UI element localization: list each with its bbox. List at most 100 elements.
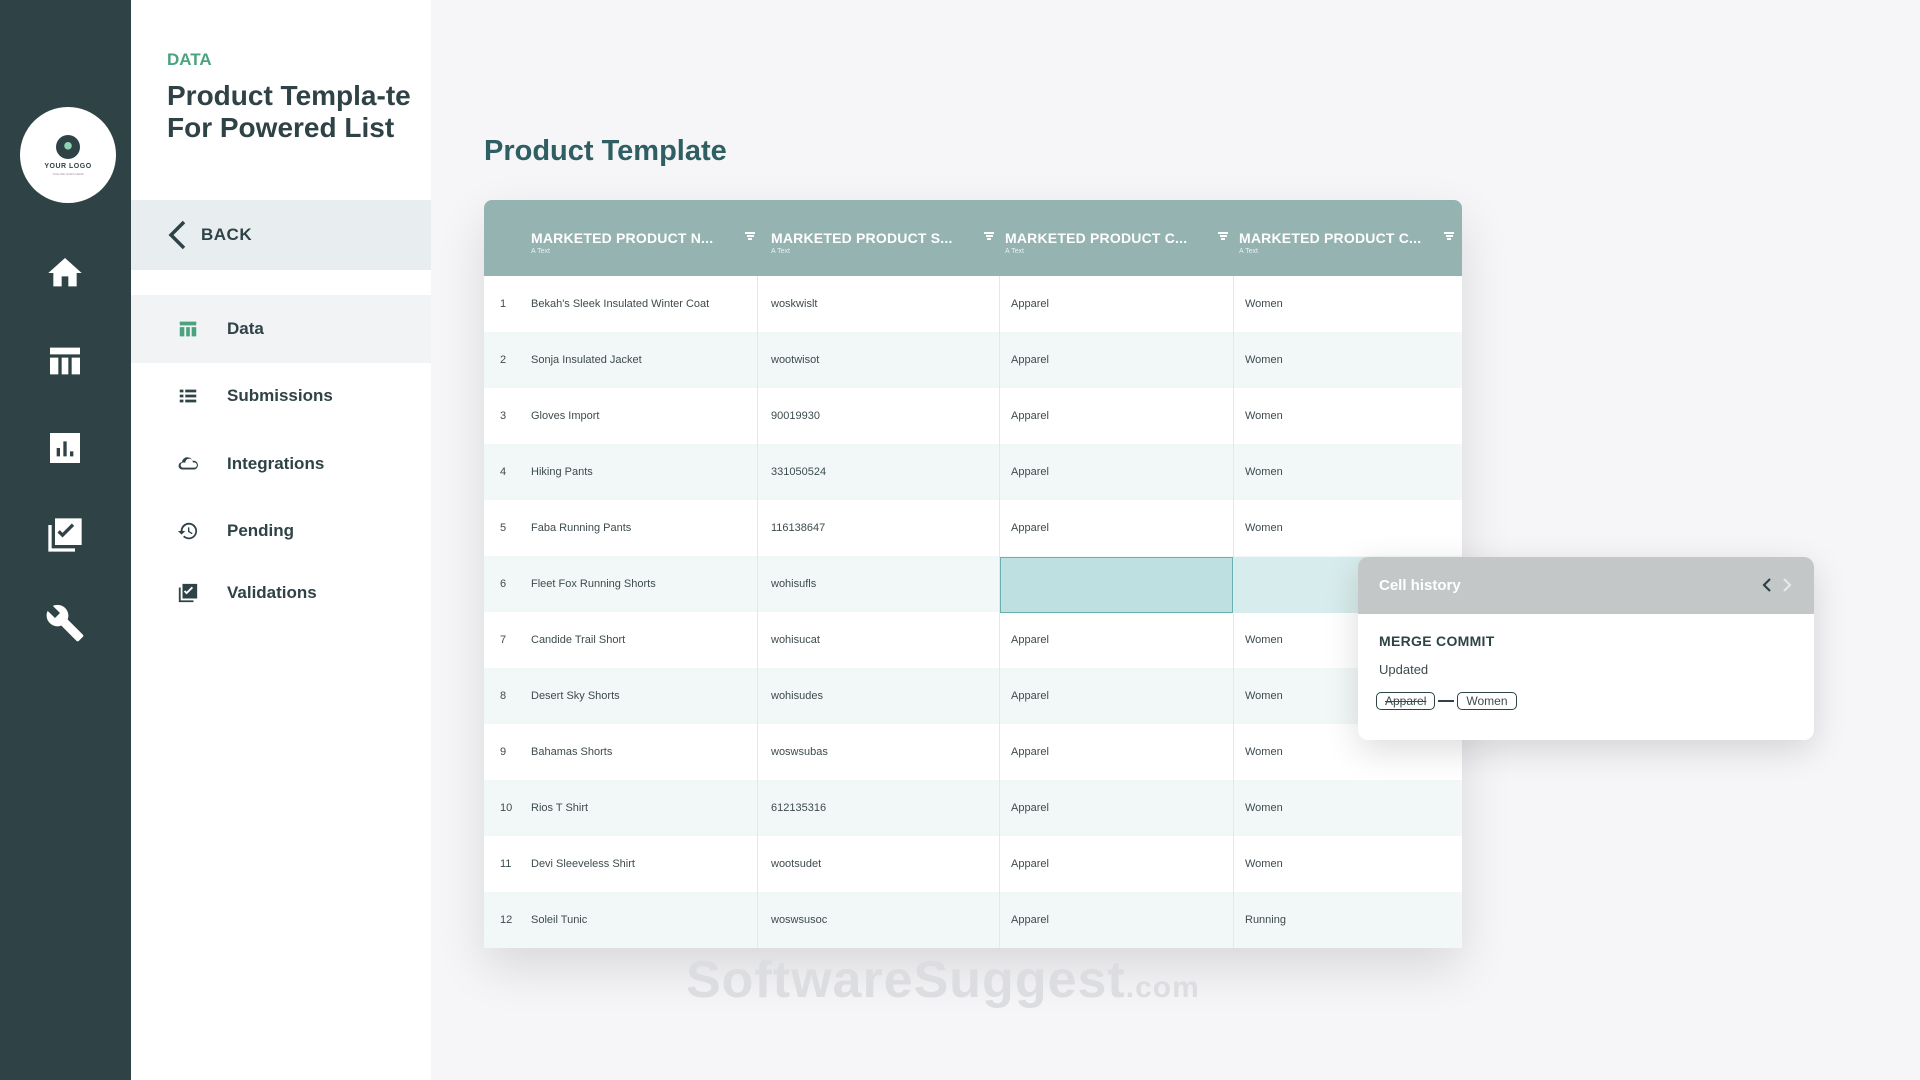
product-class-cell[interactable]: Women [1245,276,1283,332]
product-class-cell[interactable]: Women [1245,444,1283,500]
filter-icon[interactable] [984,232,994,240]
column-header[interactable]: MARKETED PRODUCT C... A Text [1005,230,1233,266]
back-label: BACK [201,225,253,244]
table-row[interactable]: 12 Soleil Tunic woswsusoc Apparel Running [484,892,1462,948]
product-class-cell[interactable]: Women [1245,332,1283,388]
table-row[interactable]: 10 Rios T Shirt 612135316 Apparel Women [484,780,1462,836]
row-number: 1 [500,298,507,310]
column-type: A Text [531,248,550,255]
sidebar-item-integrations[interactable]: Integrations [131,430,431,498]
product-sku-cell[interactable]: woskwislt [771,276,817,332]
product-name-cell[interactable]: Hiking Pants [531,444,593,500]
table-row[interactable]: 3 Gloves Import 90019930 Apparel Women [484,388,1462,444]
popup-title: Cell history [1379,577,1461,594]
product-sku-cell[interactable]: wohisucat [771,612,820,668]
product-category-cell[interactable]: Apparel [1011,892,1049,948]
product-name-cell[interactable]: Desert Sky Shorts [531,668,620,724]
sidebar-item-data[interactable]: Data [131,295,431,363]
sidebar-item-label: Validations [227,583,317,602]
product-name-cell[interactable]: Faba Running Pants [531,500,631,556]
product-sku-cell[interactable]: 90019930 [771,388,820,444]
product-category-cell[interactable]: Apparel [1011,836,1049,892]
product-name-cell[interactable]: Gloves Import [531,388,599,444]
product-class-cell[interactable]: Women [1245,612,1283,668]
table-row[interactable]: 8 Desert Sky Shorts wohisudes Apparel Women [484,668,1462,724]
table-row[interactable]: 11 Devi Sleeveless Shirt wootsudet Apparel W… [484,836,1462,892]
product-category-cell[interactable]: Apparel [1011,500,1049,556]
home-icon[interactable] [44,252,86,294]
table-row[interactable]: 4 Hiking Pants 331050524 Apparel Women [484,444,1462,500]
product-name-cell[interactable]: Bekah's Sleek Insulated Winter Coat [531,276,709,332]
section-kicker: DATA [167,50,212,69]
column-header[interactable]: MARKETED PRODUCT N... A Text [531,230,759,266]
history-icon [177,520,199,542]
page-title: Product Template [484,135,727,167]
product-category-cell[interactable]: Apparel [1011,276,1049,332]
product-category-cell[interactable]: Apparel [1011,780,1049,836]
column-header[interactable]: MARKETED PRODUCT C... A Text [1239,230,1459,266]
product-class-cell[interactable]: Running [1245,892,1286,948]
app-logo[interactable]: YOUR LOGO TAGLINE GOES HERE [20,107,116,203]
row-number: 2 [500,354,507,366]
watermark-main: SoftwareSuggest [686,951,1126,1009]
product-sku-cell[interactable]: 331050524 [771,444,826,500]
selected-cell[interactable] [1000,557,1233,613]
product-name-cell[interactable]: Rios T Shirt [531,780,588,836]
product-class-cell[interactable]: Women [1245,724,1283,780]
sidebar-item-submissions[interactable]: Submissions [131,362,431,430]
data-table: MARKETED PRODUCT N... A Text MARKETED PR… [484,200,1462,948]
table-row[interactable]: 7 Candide Trail Short wohisucat Apparel Wome… [484,612,1462,668]
product-name-cell[interactable]: Fleet Fox Running Shorts [531,556,656,612]
column-header[interactable]: MARKETED PRODUCT S... A Text [771,230,999,266]
product-class-cell[interactable]: Women [1245,668,1283,724]
product-name-cell[interactable]: Devi Sleeveless Shirt [531,836,635,892]
validations-icon[interactable] [44,514,86,556]
product-sku-cell[interactable]: woswsusoc [771,892,827,948]
sidebar-item-pending[interactable]: Pending [131,497,431,565]
product-category-cell[interactable]: Apparel [1011,612,1049,668]
product-sku-cell[interactable]: wootsudet [771,836,821,892]
chart-icon[interactable] [44,427,86,469]
product-class-cell[interactable]: Women [1245,780,1283,836]
row-number: 6 [500,578,507,590]
table-row[interactable]: 9 Bahamas Shorts woswsubas Apparel Women [484,724,1462,780]
product-sku-cell[interactable]: wohisufls [771,556,816,612]
wrench-icon[interactable] [44,602,86,644]
table-header: MARKETED PRODUCT N... A Text MARKETED PR… [484,200,1462,276]
product-category-cell[interactable]: Apparel [1011,724,1049,780]
product-name-cell[interactable]: Bahamas Shorts [531,724,612,780]
commit-status: Updated [1379,662,1429,677]
product-sku-cell[interactable]: woswsubas [771,724,828,780]
product-name-cell[interactable]: Candide Trail Short [531,612,625,668]
product-category-cell[interactable]: Apparel [1011,388,1049,444]
chevron-left-icon[interactable] [1762,577,1772,593]
sidebar-item-validations[interactable]: Validations [131,559,431,627]
table-icon[interactable] [44,340,86,382]
commit-title: MERGE COMMIT [1379,633,1495,649]
chevron-right-icon[interactable] [1782,577,1792,593]
filter-icon[interactable] [1444,232,1454,240]
filter-icon[interactable] [745,232,755,240]
product-sku-cell[interactable]: 116138647 [771,500,825,556]
product-class-cell[interactable]: Women [1245,836,1283,892]
product-category-cell[interactable]: Apparel [1011,444,1049,500]
column-type: A Text [771,248,790,255]
back-button[interactable]: BACK [131,200,431,270]
column-label: MARKETED PRODUCT N... [531,230,714,246]
table-row[interactable]: 5 Faba Running Pants 116138647 Apparel Women [484,500,1462,556]
checklist-icon [177,582,199,604]
product-category-cell[interactable]: Apparel [1011,332,1049,388]
table-row[interactable]: 1 Bekah's Sleek Insulated Winter Coat wosk… [484,276,1462,332]
product-category-cell[interactable]: Apparel [1011,668,1049,724]
product-class-cell[interactable]: Women [1245,388,1283,444]
table-row[interactable]: 2 Sonja Insulated Jacket wootwisot Apparel W… [484,332,1462,388]
product-sku-cell[interactable]: wootwisot [771,332,819,388]
sidebar-item-label: Integrations [227,454,325,473]
product-name-cell[interactable]: Sonja Insulated Jacket [531,332,642,388]
product-class-cell[interactable]: Women [1245,500,1283,556]
filter-icon[interactable] [1218,232,1228,240]
product-sku-cell[interactable]: wohisudes [771,668,823,724]
product-sku-cell[interactable]: 612135316 [771,780,826,836]
watermark-suffix: .com [1125,971,1200,1004]
product-name-cell[interactable]: Soleil Tunic [531,892,587,948]
